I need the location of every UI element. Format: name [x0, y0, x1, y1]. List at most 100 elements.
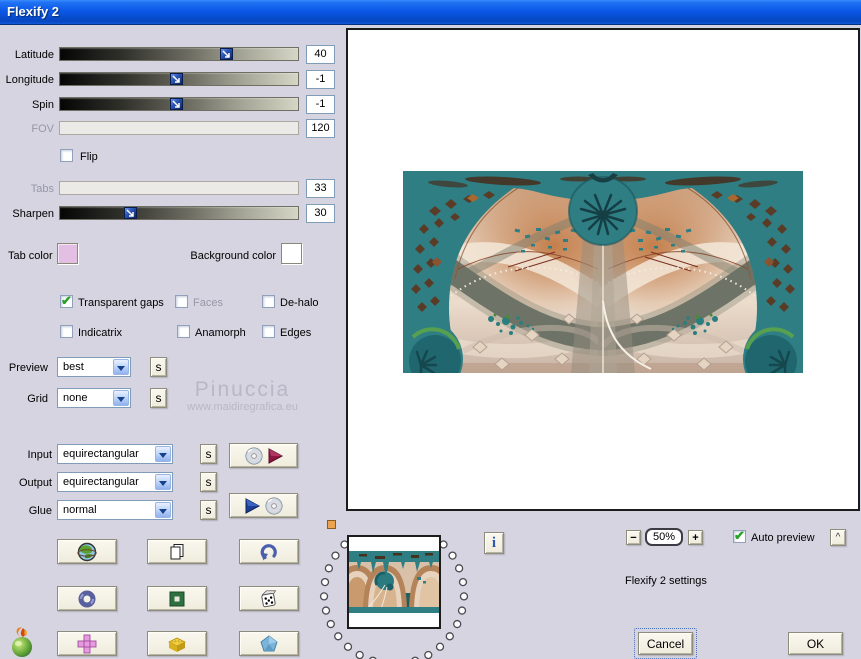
- lego-brick-icon: [168, 637, 186, 652]
- background-color-label: Background color: [190, 250, 276, 262]
- arrow-disc-icon: [245, 497, 282, 514]
- dice-icon: [261, 589, 277, 607]
- ok-button[interactable]: OK: [788, 632, 843, 655]
- dice-button[interactable]: [239, 586, 299, 611]
- window-title: Flexify 2: [7, 4, 60, 19]
- sharpen-value[interactable]: 30: [306, 204, 335, 223]
- flaming-pear-logo: [6, 627, 38, 659]
- save-settings-button[interactable]: [229, 493, 298, 518]
- cube-net-button[interactable]: [57, 631, 117, 656]
- longitude-value[interactable]: -1: [306, 70, 335, 89]
- auto-preview-checkbox[interactable]: ✔: [733, 528, 746, 543]
- tabs-label: Tabs: [30, 183, 54, 195]
- sharpen-label: Sharpen: [12, 208, 54, 220]
- source-thumbnail: [335, 535, 453, 629]
- globe-icon: [77, 542, 97, 561]
- output-s-button[interactable]: s: [200, 472, 217, 492]
- input-dropdown[interactable]: equirectangular: [57, 444, 173, 464]
- input-label: Input: [27, 449, 52, 461]
- watermark-name: Pinuccia: [194, 378, 291, 401]
- lego-brick-button[interactable]: [147, 631, 207, 656]
- chevron-down-icon[interactable]: [155, 474, 171, 490]
- zoom-in-button[interactable]: +: [688, 530, 703, 545]
- slider-arrow-icon: [172, 100, 180, 108]
- fov-value[interactable]: 120: [306, 119, 335, 138]
- watermark-url: www.maidiregrafica.eu: [187, 401, 298, 413]
- output-label: Output: [18, 477, 52, 489]
- spin-label: Spin: [31, 99, 54, 111]
- output-dropdown[interactable]: equirectangular: [57, 472, 173, 492]
- spin-value[interactable]: -1: [306, 95, 335, 114]
- check-icon: ✔: [61, 293, 72, 308]
- tabs-slider: [59, 181, 299, 195]
- undo-button[interactable]: [239, 539, 299, 564]
- grid-dropdown[interactable]: none: [57, 388, 131, 408]
- check-icon: ✔: [734, 528, 745, 543]
- sharpen-slider-thumb[interactable]: [124, 207, 138, 219]
- zoom-out-button[interactable]: −: [626, 530, 641, 545]
- spin-slider-thumb[interactable]: [169, 98, 183, 110]
- copy-pages-icon: [170, 543, 184, 559]
- input-s-button[interactable]: s: [200, 444, 217, 464]
- latitude-slider[interactable]: [59, 47, 299, 61]
- zoom-level: 50%: [645, 528, 683, 546]
- chevron-down-icon[interactable]: [155, 502, 171, 518]
- indicatrix-checkbox[interactable]: [60, 325, 73, 338]
- edges-checkbox[interactable]: [262, 325, 275, 338]
- spin-slider[interactable]: [59, 97, 299, 111]
- fov-label: FOV: [31, 123, 54, 135]
- flaming-pear-icon: [12, 627, 32, 657]
- tabs-value[interactable]: 33: [306, 179, 335, 198]
- de-halo-label: De-halo: [280, 297, 319, 309]
- preview-s-button[interactable]: s: [150, 357, 167, 377]
- transparent-gaps-checkbox[interactable]: ✔: [60, 293, 73, 308]
- slider-arrow-icon: [126, 209, 135, 217]
- de-halo-checkbox[interactable]: [262, 295, 275, 308]
- cancel-button[interactable]: Cancel: [638, 632, 693, 655]
- pentagon-button[interactable]: [239, 631, 299, 656]
- output-dropdown-value: equirectangular: [63, 476, 139, 488]
- torus-button[interactable]: [57, 586, 117, 611]
- longitude-label: Longitude: [5, 74, 54, 86]
- pentagon-icon: [260, 634, 278, 651]
- preview-image: [403, 171, 803, 373]
- slider-arrow-icon: [172, 75, 180, 83]
- source-thumbnail-image: [335, 551, 453, 614]
- square-frame-icon: [169, 591, 185, 606]
- longitude-slider-thumb[interactable]: [169, 73, 183, 85]
- grid-dropdown-value: none: [63, 392, 88, 404]
- torus-icon: [78, 590, 96, 607]
- settings-status-text: Flexify 2 settings: [625, 575, 707, 587]
- chevron-down-icon[interactable]: [155, 446, 171, 462]
- background-color-swatch[interactable]: [281, 243, 302, 264]
- preview-label: Preview: [8, 362, 48, 374]
- glue-dropdown[interactable]: normal: [57, 500, 173, 520]
- square-frame-button[interactable]: [147, 586, 207, 611]
- flip-checkbox[interactable]: ✔: [60, 149, 73, 162]
- title-bar[interactable]: Flexify 2: [0, 0, 861, 25]
- info-button[interactable]: i: [484, 532, 504, 554]
- fov-slider: [59, 121, 299, 135]
- flexified-artwork: [403, 171, 803, 373]
- edges-label: Edges: [280, 327, 312, 339]
- flip-label: Flip: [80, 151, 98, 163]
- latitude-slider-thumb[interactable]: [219, 48, 233, 60]
- anamorph-checkbox[interactable]: [177, 325, 190, 338]
- collapse-button[interactable]: ^: [830, 529, 846, 546]
- copy-button[interactable]: [147, 539, 207, 564]
- tab-color-swatch[interactable]: [57, 243, 78, 264]
- preview-dropdown[interactable]: best: [57, 357, 131, 377]
- cube-net-icon: [77, 634, 97, 653]
- auto-preview-label: Auto preview: [751, 532, 815, 544]
- longitude-slider[interactable]: [59, 72, 299, 86]
- chevron-down-icon[interactable]: [113, 390, 129, 406]
- sharpen-slider[interactable]: [59, 206, 299, 220]
- input-dropdown-value: equirectangular: [63, 448, 139, 460]
- globe-button[interactable]: [57, 539, 117, 564]
- tab-color-label: Tab color: [8, 250, 53, 262]
- chevron-down-icon[interactable]: [113, 359, 129, 375]
- glue-s-button[interactable]: s: [200, 500, 217, 520]
- disc-arrow-icon: [245, 447, 283, 464]
- load-settings-button[interactable]: [229, 443, 298, 468]
- latitude-value[interactable]: 40: [306, 45, 335, 64]
